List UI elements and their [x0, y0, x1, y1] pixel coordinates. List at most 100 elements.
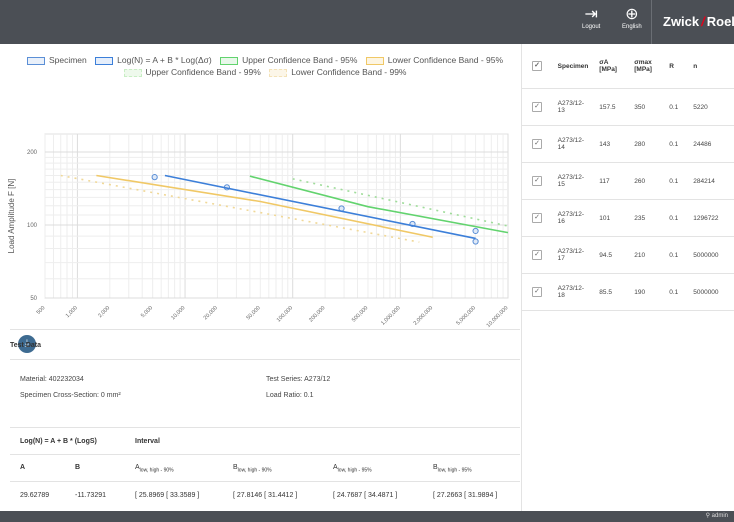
specimen-cell: A273/12-16 — [552, 199, 595, 237]
divider — [10, 329, 520, 330]
row-checkbox[interactable]: ✓ — [522, 162, 553, 200]
globe-icon: ⊕ — [625, 6, 639, 23]
sigma-a-cell: 157.5 — [594, 88, 630, 126]
logout-button[interactable]: ⇥ Logout — [582, 6, 600, 30]
legend-item[interactable]: Lower Confidence Band - 99% — [269, 66, 406, 78]
language-label: English — [622, 24, 642, 30]
results-header-row: ✓ Specimen σA [MPa] σmax [MPa] R n — [522, 44, 734, 89]
divider — [10, 359, 520, 360]
logout-icon: ⇥ — [584, 6, 598, 23]
a-interval-95: [ 24.7687 [ 34.4871 ] — [333, 492, 398, 499]
sigma-max-cell: 235 — [629, 199, 665, 237]
x-tick-label: 10,000 — [170, 305, 186, 321]
sigma-max-cell: 190 — [629, 273, 665, 311]
sigma-max-cell: 280 — [629, 125, 665, 163]
specimen-header[interactable]: Specimen — [552, 44, 595, 89]
b-value: -11.73291 — [75, 492, 107, 499]
b-interval-95: [ 27.2663 [ 31.9894 ] — [433, 492, 498, 499]
specimen-cell: A273/12-17 — [552, 236, 595, 274]
checkmark-icon: ✓ — [532, 102, 542, 112]
table-row[interactable]: ✓ A273/12-15 117 260 0.1 284214 — [522, 162, 734, 200]
legend-item[interactable]: Lower Confidence Band - 95% — [365, 54, 503, 66]
x-tick-label: 5,000 — [140, 305, 154, 319]
row-checkbox[interactable]: ✓ — [522, 88, 553, 126]
r-header[interactable]: R — [664, 44, 689, 89]
row-checkbox[interactable]: ✓ — [522, 125, 553, 163]
sigma-a-header[interactable]: σA [MPa] — [594, 44, 630, 89]
checkmark-icon: ✓ — [532, 250, 542, 260]
legend-item[interactable]: Upper Confidence Band - 99% — [123, 66, 261, 78]
cross-section-label: Specimen Cross-Section: 0 mm² — [20, 392, 121, 399]
table-row[interactable]: ✓ A273/12-17 94.5 210 0.1 5000000 — [522, 236, 734, 274]
y-tick-label: 50 — [30, 296, 37, 302]
legend-item[interactable]: Specimen — [26, 54, 87, 66]
top-bar: ⇥ Logout ⊕ English Zwick/Roell — [0, 0, 734, 44]
x-tick-label: 50,000 — [246, 305, 262, 321]
table-row[interactable]: ✓ A273/12-16 101 235 0.1 1296722 — [522, 199, 734, 237]
n-cell: 5000000 — [688, 236, 734, 274]
sigma-max-cell: 210 — [629, 236, 665, 274]
chart-panel: Specimen Log(N) = A + B * Log(Δσ) Upper … — [0, 44, 521, 511]
table-row[interactable]: ✓ A273/12-14 143 280 0.1 24486 — [522, 125, 734, 163]
legend-item[interactable]: Log(N) = A + B * Log(Δσ) — [95, 54, 212, 66]
formula-title: Log(N) = A + B * (LogS) — [20, 438, 97, 445]
col-a-90-header: Alow, high - 90% — [135, 464, 174, 474]
test-data-title: Test Data — [10, 342, 41, 349]
legend-item[interactable]: Upper Confidence Band - 95% — [220, 54, 357, 66]
x-tick-label: 5,000,000 — [455, 305, 477, 327]
specimen-cell: A273/12-13 — [552, 88, 595, 126]
sigma-a-cell: 143 — [594, 125, 630, 163]
r-cell: 0.1 — [664, 199, 689, 237]
n-cell: 5220 — [688, 88, 734, 126]
checkmark-icon: ✓ — [532, 213, 542, 223]
results-table: ✓ Specimen σA [MPa] σmax [MPa] R n ✓ A273… — [522, 44, 734, 311]
specimen-point — [472, 227, 479, 235]
divider — [10, 481, 520, 482]
checkmark-icon: ✓ — [532, 61, 542, 71]
specimen-cell: A273/12-14 — [552, 125, 595, 163]
specimen-cell: A273/12-15 — [552, 162, 595, 200]
user-icon: ⚲ — [705, 513, 710, 519]
n-cell: 1296722 — [688, 199, 734, 237]
r-cell: 0.1 — [664, 162, 689, 200]
x-tick-label: 500 — [36, 305, 47, 316]
y-tick-label: 200 — [27, 150, 38, 156]
row-checkbox[interactable]: ✓ — [522, 199, 553, 237]
a-value: 29.62789 — [20, 492, 50, 499]
x-tick-label: 10,000,000 — [486, 305, 510, 328]
sigma-a-cell: 101 — [594, 199, 630, 237]
n-header[interactable]: n — [688, 44, 734, 89]
test-series-label: Test Series: A273/12 — [266, 376, 331, 383]
x-tick-label: 1,000,000 — [380, 305, 402, 327]
x-tick-label: 1,000 — [65, 305, 79, 319]
language-button[interactable]: ⊕ English — [622, 6, 642, 30]
table-row[interactable]: ✓ A273/12-18 85.5 190 0.1 5000000 — [522, 273, 734, 311]
col-b-header: B — [75, 464, 81, 471]
col-b-95-header: Blow, high - 95% — [433, 464, 472, 474]
r-cell: 0.1 — [664, 273, 689, 311]
user-badge[interactable]: ⚲ admin — [706, 512, 728, 519]
row-checkbox[interactable]: ✓ — [522, 236, 553, 274]
y-tick-label: 100 — [27, 223, 38, 229]
n-cell: 24486 — [688, 125, 734, 163]
sigma-a-cell: 94.5 — [594, 236, 630, 274]
divider — [10, 454, 520, 455]
specimen-point — [151, 174, 158, 181]
sigma-max-cell: 260 — [629, 162, 665, 200]
load-ratio-label: Load Ratio: 0.1 — [266, 392, 314, 399]
n-cell: 284214 — [688, 162, 734, 200]
checkmark-icon: ✓ — [532, 139, 542, 149]
y-axis-label: Load Amplitude F [N] — [7, 179, 16, 254]
checkmark-icon: ✓ — [532, 176, 542, 186]
chart-legend: Specimen Log(N) = A + B * Log(Δσ) Upper … — [10, 54, 520, 78]
x-tick-label: 20,000 — [203, 305, 219, 321]
a-interval-90: [ 25.8969 [ 33.3589 ] — [135, 492, 200, 499]
chart-plot: 200 100 50 500 1,000 2,000 5,000 10,000 20,000 50… — [7, 133, 510, 328]
interval-label: Interval — [135, 438, 160, 445]
table-row[interactable]: ✓ A273/12-13 157.5 350 0.1 5220 — [522, 88, 734, 126]
select-all-checkbox[interactable]: ✓ — [522, 44, 553, 89]
brand-logo: Zwick/Roell — [651, 0, 734, 44]
row-checkbox[interactable]: ✓ — [522, 273, 553, 311]
x-tick-label: 100,000 — [276, 305, 294, 323]
sigma-max-header[interactable]: σmax [MPa] — [629, 44, 665, 89]
